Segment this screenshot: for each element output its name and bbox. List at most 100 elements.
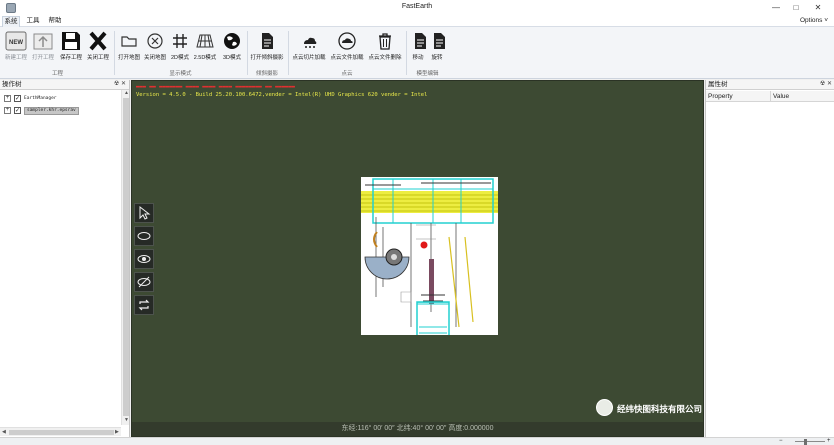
- circle-x-icon: [147, 33, 163, 49]
- operation-tree-title: 操作树: [2, 81, 22, 88]
- open-project-button[interactable]: 打开工程: [30, 30, 56, 68]
- status-bar: − +: [0, 437, 834, 445]
- checkbox[interactable]: ✓: [14, 95, 21, 102]
- tree-item-label: sampler.khr.epsrav: [24, 107, 79, 115]
- group-label-project: 工程: [51, 71, 63, 77]
- tab-system[interactable]: 系统: [2, 16, 20, 27]
- group-separator: [288, 31, 289, 75]
- horizontal-scrollbar[interactable]: ◀ ▶: [0, 427, 121, 436]
- move-label: 移动: [412, 55, 424, 61]
- new-project-icon: NEW: [5, 31, 27, 51]
- document-icon: [262, 33, 273, 49]
- open-project-label: 打开工程: [31, 55, 54, 61]
- grid-icon: [173, 34, 187, 48]
- close-button[interactable]: ✕: [808, 2, 828, 13]
- scroll-down-icon[interactable]: ▼: [124, 417, 129, 423]
- refresh-view-button[interactable]: [134, 295, 154, 315]
- zoom-slider-thumb[interactable]: [804, 439, 807, 445]
- zoom-out-icon[interactable]: −: [779, 438, 783, 445]
- open-map-button[interactable]: 打开地图: [117, 30, 141, 68]
- group-separator: [406, 31, 407, 75]
- property-tree-header: 属性树 ☢ ✕: [706, 80, 834, 90]
- scrollbar-thumb[interactable]: [9, 430, 114, 435]
- maximize-button[interactable]: □: [786, 2, 806, 13]
- property-tree-title: 属性树: [708, 81, 728, 88]
- point-cloud-file-load-button[interactable]: 点云文件加载: [329, 30, 365, 68]
- ribbon: NEW 新建工程 打开工程 保存工程 关闭工程 工程 打开地图 关闭地图 2D模…: [0, 27, 834, 79]
- save-project-button[interactable]: 保存工程: [58, 30, 84, 68]
- refresh-icon: [138, 299, 150, 311]
- group-label-display-mode: 显示模式: [169, 71, 192, 77]
- trash-icon: [379, 33, 391, 50]
- cloud-icon: [338, 32, 356, 50]
- map-viewport[interactable]: ▬▬▬ ▬▬ ▬▬▬▬▬▬▬ ▬▬▬▬ ▬▬▬▬ ▬▬▬▬ ▬▬▬▬▬▬▬▬ ▬…: [131, 80, 704, 437]
- menu-bar: 系统 工具 帮助 Options ˅: [0, 15, 834, 27]
- close-map-label: 关闭地图: [143, 55, 166, 61]
- coordinate-readout: 东经:116° 00′ 00″ 北纬:40° 00′ 00″ 高度:0.0000…: [132, 422, 703, 436]
- scroll-left-icon[interactable]: ◀: [2, 429, 6, 435]
- chevron-down-icon: ˅: [824, 17, 828, 24]
- mode-25d-button[interactable]: 2.5D模式: [193, 30, 217, 68]
- close-icon[interactable]: ✕: [827, 81, 832, 87]
- eye-outline-icon: [137, 232, 151, 240]
- scroll-up-icon[interactable]: ▲: [124, 90, 129, 96]
- pin-icon[interactable]: ☢: [820, 81, 825, 87]
- close-icon: ✕: [814, 3, 822, 12]
- select-arrow-icon: [139, 205, 151, 220]
- scrollbar-thumb[interactable]: [123, 98, 129, 416]
- pin-icon[interactable]: ☢: [114, 81, 119, 87]
- rotate-document-icon: [434, 33, 445, 49]
- close-icon[interactable]: ✕: [121, 81, 126, 87]
- eye-filled-icon: [137, 255, 151, 263]
- checkbox[interactable]: ✓: [14, 107, 21, 114]
- close-map-button[interactable]: 关闭地图: [143, 30, 167, 68]
- globe-logo-icon: [596, 399, 613, 416]
- expand-icon[interactable]: +: [4, 95, 11, 102]
- new-project-button[interactable]: NEW 新建工程: [4, 30, 28, 68]
- mode-3d-button[interactable]: 3D模式: [220, 30, 244, 68]
- column-header-value[interactable]: Value: [771, 91, 834, 102]
- vertical-scrollbar[interactable]: ▲ ▼: [121, 90, 129, 425]
- eye-hidden-icon: [137, 276, 151, 288]
- select-tool-button[interactable]: [134, 203, 154, 223]
- view-visible-button[interactable]: [134, 249, 154, 269]
- save-project-label: 保存工程: [59, 55, 82, 61]
- version-info: Version = 4.5.0 - Build 25.20.100.6472,v…: [136, 92, 428, 98]
- zoom-slider-track[interactable]: [795, 441, 825, 442]
- maximize-icon: □: [793, 3, 799, 12]
- close-project-icon: [89, 31, 107, 51]
- tab-tools[interactable]: 工具: [24, 16, 42, 27]
- minimize-icon: —: [772, 3, 780, 12]
- options-menu[interactable]: Options ˅: [800, 17, 828, 24]
- column-header-property[interactable]: Property: [706, 91, 771, 102]
- save-icon: [62, 32, 80, 50]
- open-oblique-button[interactable]: 打开倾斜摄影: [249, 30, 285, 68]
- zoom-in-icon[interactable]: +: [827, 438, 831, 445]
- point-cloud-icon: [304, 37, 317, 48]
- group-label-oblique: 倾斜摄影: [255, 71, 278, 77]
- options-label: Options: [799, 17, 823, 24]
- viewport-toolbar: [134, 203, 154, 315]
- point-cloud-file-delete-label: 点云文件删除: [368, 55, 402, 61]
- point-cloud-slice-label: 点云切片加载: [292, 55, 326, 61]
- move-button[interactable]: 移动: [409, 30, 427, 68]
- close-project-button[interactable]: 关闭工程: [85, 30, 111, 68]
- tree-item-label: EarthManager: [24, 96, 57, 101]
- minimize-button[interactable]: —: [766, 2, 786, 13]
- group-label-model-edit: 模型编辑: [416, 71, 439, 77]
- point-cloud-slice-button[interactable]: 点云切片加载: [291, 30, 327, 68]
- expand-icon[interactable]: +: [4, 107, 11, 114]
- mode-2d-label: 2D模式: [170, 55, 190, 61]
- point-cloud-file-delete-button[interactable]: 点云文件删除: [367, 30, 403, 68]
- view-outline-button[interactable]: [134, 226, 154, 246]
- view-hidden-button[interactable]: [134, 272, 154, 292]
- model-render[interactable]: [355, 177, 505, 351]
- tab-help[interactable]: 帮助: [46, 16, 64, 27]
- open-oblique-label: 打开倾斜摄影: [250, 55, 284, 61]
- perspective-grid-icon: [196, 34, 214, 48]
- company-name: 经纬快图科技有限公司: [617, 404, 703, 414]
- open-project-icon: [33, 33, 53, 50]
- rotate-button[interactable]: 旋转: [428, 30, 446, 68]
- scroll-right-icon[interactable]: ▶: [115, 429, 119, 435]
- mode-2d-button[interactable]: 2D模式: [169, 30, 191, 68]
